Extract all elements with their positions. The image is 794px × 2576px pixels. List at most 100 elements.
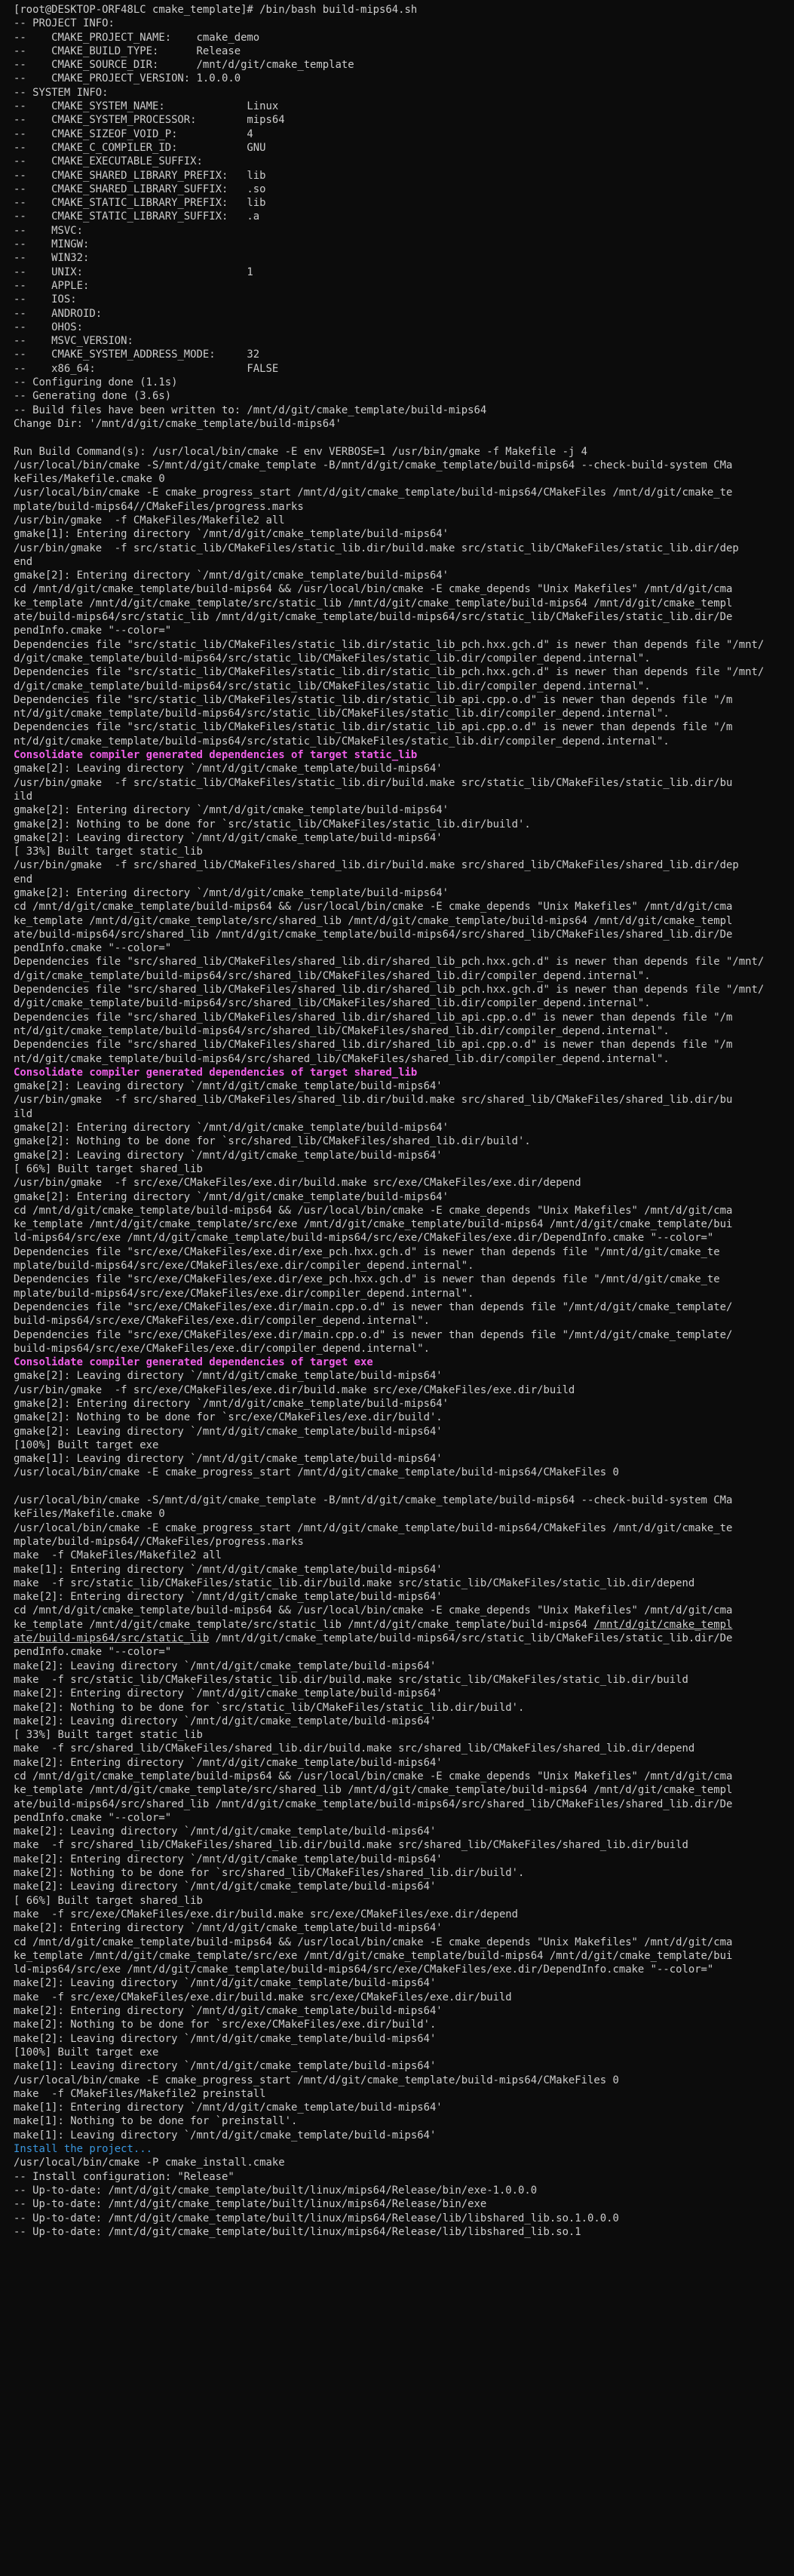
terminal-line: -- x86_64: FALSE [14, 362, 279, 375]
terminal-line: make -f CMakeFiles/Makefile2 all [14, 1549, 222, 1562]
terminal-line: ate/build-mips64/src/static_lib /mnt/d/g… [14, 611, 733, 624]
terminal-line: mplate/build-mips64//CMakeFiles/progress… [14, 1535, 304, 1548]
terminal-line: ke_template /mnt/d/git/cmake_template/sr… [14, 914, 733, 927]
terminal-line: cd /mnt/d/git/cmake_template/build-mips6… [14, 901, 733, 913]
terminal-line: cd /mnt/d/git/cmake_template/build-mips6… [14, 1204, 733, 1217]
terminal-line: -- CMAKE_EXECUTABLE_SUFFIX: [14, 155, 203, 168]
terminal-line: build-mips64/src/exe/CMakeFiles/exe.dir/… [14, 1315, 430, 1328]
terminal-line: -- Up-to-date: /mnt/d/git/cmake_template… [14, 2198, 487, 2211]
terminal-line: ld-mips64/src/exe /mnt/d/git/cmake_templ… [14, 1232, 714, 1245]
terminal-line: gmake[2]: Nothing to be done for `src/ex… [14, 1411, 443, 1424]
terminal-line: cd /mnt/d/git/cmake_template/build-mips6… [14, 583, 733, 596]
terminal-line: nt/d/git/cmake_template/build-mips64/src… [14, 735, 670, 748]
terminal-line: ke_template /mnt/d/git/cmake_template/sr… [14, 1949, 733, 1962]
terminal-line: make -f src/static_lib/CMakeFiles/static… [14, 1577, 695, 1589]
terminal-line: gmake[2]: Leaving directory `/mnt/d/git/… [14, 1425, 443, 1438]
terminal-line: Dependencies file "src/static_lib/CMakeF… [14, 693, 733, 706]
terminal-line: -- CMAKE_SHARED_LIBRARY_SUFFIX: .so [14, 183, 266, 195]
terminal-line: pendInfo.cmake "--color=" [14, 1811, 172, 1824]
terminal-line: make[1]: Leaving directory `/mnt/d/git/c… [14, 2129, 437, 2142]
terminal-line: keFiles/Makefile.cmake 0 [14, 1508, 165, 1521]
terminal-line: make[2]: Leaving directory `/mnt/d/git/c… [14, 1977, 437, 1990]
terminal-line: make[1]: Entering directory `/mnt/d/git/… [14, 2102, 443, 2114]
terminal-line: Dependencies file "src/static_lib/CMakeF… [14, 638, 765, 651]
terminal-line: Dependencies file "src/shared_lib/CMakeF… [14, 1011, 733, 1024]
terminal-line: -- Up-to-date: /mnt/d/git/cmake_template… [14, 2212, 619, 2224]
terminal-line: /usr/bin/gmake -f src/static_lib/CMakeFi… [14, 776, 733, 789]
terminal-line: gmake[2]: Leaving directory `/mnt/d/git/… [14, 763, 443, 775]
terminal-line: make -f src/exe/CMakeFiles/exe.dir/build… [14, 1908, 519, 1920]
terminal-line: ate/build-mips64/src/shared_lib /mnt/d/g… [14, 1798, 733, 1810]
terminal-line: ke_template /mnt/d/git/cmake_template/sr… [14, 1784, 733, 1797]
terminal-line: make -f src/shared_lib/CMakeFiles/shared… [14, 1839, 688, 1852]
terminal-line: Run Build Command(s): /usr/local/bin/cma… [14, 445, 588, 458]
terminal-line: gmake[2]: Entering directory `/mnt/d/git… [14, 887, 449, 899]
terminal-line: d/git/cmake_template/build-mips64/src/st… [14, 652, 651, 665]
terminal-line: -- MINGW: [14, 238, 90, 251]
terminal-line: make -f src/static_lib/CMakeFiles/static… [14, 1673, 688, 1686]
terminal-line: -- CMAKE_PROJECT_NAME: cmake_demo [14, 31, 260, 44]
terminal-line: build-mips64/src/exe/CMakeFiles/exe.dir/… [14, 1342, 430, 1355]
terminal-line: [ 33%] Built target static_lib [14, 846, 203, 858]
terminal-line: -- CMAKE_STATIC_LIBRARY_SUFFIX: .a [14, 210, 260, 223]
terminal-output[interactable]: [root@DESKTOP-ORF48LC cmake_template]# /… [0, 0, 794, 2576]
terminal-line: /usr/bin/gmake -f CMakeFiles/Makefile2 a… [14, 514, 285, 527]
highlight-line: Install the project... [14, 2143, 152, 2156]
terminal-line: mplate/build-mips64/src/exe/CMakeFiles/e… [14, 1287, 474, 1300]
terminal-line: ild [14, 1107, 33, 1120]
terminal-line: make[2]: Entering directory `/mnt/d/git/… [14, 1853, 443, 1865]
terminal-line: -- CMAKE_SHARED_LIBRARY_PREFIX: lib [14, 169, 266, 182]
terminal-line: make -f src/exe/CMakeFiles/exe.dir/build… [14, 1991, 512, 2003]
hovered-path-link[interactable]: ate/build-mips64/src/static_lib [14, 1632, 209, 1644]
terminal-line: -- CMAKE_SIZEOF_VOID_P: 4 [14, 127, 253, 140]
terminal-line: -- Install configuration: "Release" [14, 2170, 235, 2183]
terminal-line: cd /mnt/d/git/cmake_template/build-mips6… [14, 1936, 733, 1948]
terminal-line: /usr/bin/gmake -f src/exe/CMakeFiles/exe… [14, 1177, 581, 1190]
terminal-line: cd /mnt/d/git/cmake_template/build-mips6… [14, 1604, 733, 1617]
terminal-line: gmake[2]: Leaving directory `/mnt/d/git/… [14, 1149, 443, 1162]
terminal-line: [100%] Built target exe [14, 2046, 159, 2059]
terminal-line: gmake[2]: Nothing to be done for `src/st… [14, 818, 531, 831]
terminal-line: -- CMAKE_SYSTEM_ADDRESS_MODE: 32 [14, 348, 260, 361]
terminal-line: Dependencies file "src/static_lib/CMakeF… [14, 666, 765, 679]
terminal-line: Dependencies file "src/exe/CMakeFiles/ex… [14, 1273, 720, 1286]
terminal-line: gmake[2]: Leaving directory `/mnt/d/git/… [14, 1370, 443, 1383]
terminal-line: make[2]: Entering directory `/mnt/d/git/… [14, 1591, 443, 1604]
terminal-line: pendInfo.cmake "--color=" [14, 942, 172, 955]
terminal-line: make[2]: Leaving directory `/mnt/d/git/c… [14, 1660, 437, 1672]
terminal-line: [ 66%] Built target shared_lib [14, 1894, 203, 1907]
terminal-line: nt/d/git/cmake_template/build-mips64/src… [14, 708, 670, 720]
terminal-line: /usr/local/bin/cmake -E cmake_progress_s… [14, 1466, 619, 1479]
terminal-line: gmake[2]: Entering directory `/mnt/d/git… [14, 1190, 449, 1203]
terminal-line: /usr/local/bin/cmake -S/mnt/d/git/cmake_… [14, 459, 733, 471]
terminal-line: [ 33%] Built target static_lib [14, 1729, 203, 1742]
terminal-line: -- APPLE: [14, 279, 90, 292]
highlight-line: Consolidate compiler generated dependenc… [14, 1356, 373, 1369]
terminal-line: end [14, 873, 33, 886]
terminal-line: -- Up-to-date: /mnt/d/git/cmake_template… [14, 2225, 581, 2238]
terminal-line: mplate/build-mips64//CMakeFiles/progress… [14, 500, 304, 513]
terminal-line: gmake[2]: Entering directory `/mnt/d/git… [14, 804, 449, 817]
terminal-line: /usr/bin/gmake -f src/shared_lib/CMakeFi… [14, 1094, 733, 1107]
terminal-line: Dependencies file "src/shared_lib/CMakeF… [14, 1039, 733, 1052]
terminal-line: /usr/bin/gmake -f src/exe/CMakeFiles/exe… [14, 1383, 575, 1396]
terminal-line: /usr/local/bin/cmake -E cmake_progress_s… [14, 2074, 619, 2086]
terminal-line: -- CMAKE_BUILD_TYPE: Release [14, 45, 241, 57]
terminal-line: make[2]: Entering directory `/mnt/d/git/… [14, 1687, 443, 1700]
terminal-line: Dependencies file "src/shared_lib/CMakeF… [14, 956, 765, 969]
terminal-line: end [14, 555, 33, 568]
terminal-line: Dependencies file "src/exe/CMakeFiles/ex… [14, 1300, 733, 1313]
terminal-line: -- IOS: [14, 293, 77, 306]
terminal-line: -- Configuring done (1.1s) [14, 376, 178, 389]
terminal-line: gmake[1]: Leaving directory `/mnt/d/git/… [14, 1453, 443, 1466]
terminal-line: -- PROJECT INFO: [14, 17, 115, 30]
terminal-line: make[2]: Nothing to be done for `src/sta… [14, 1701, 525, 1714]
terminal-line: gmake[2]: Entering directory `/mnt/d/git… [14, 1397, 449, 1410]
terminal-line: Dependencies file "src/static_lib/CMakeF… [14, 721, 733, 734]
hovered-path-link[interactable]: /mnt/d/git/cmake_templ [593, 1619, 732, 1631]
terminal-line: /usr/bin/gmake -f src/static_lib/CMakeFi… [14, 542, 739, 554]
terminal-line: -- MSVC: [14, 224, 83, 237]
terminal-line: Dependencies file "src/shared_lib/CMakeF… [14, 984, 765, 996]
highlight-line: Consolidate compiler generated dependenc… [14, 1066, 418, 1079]
